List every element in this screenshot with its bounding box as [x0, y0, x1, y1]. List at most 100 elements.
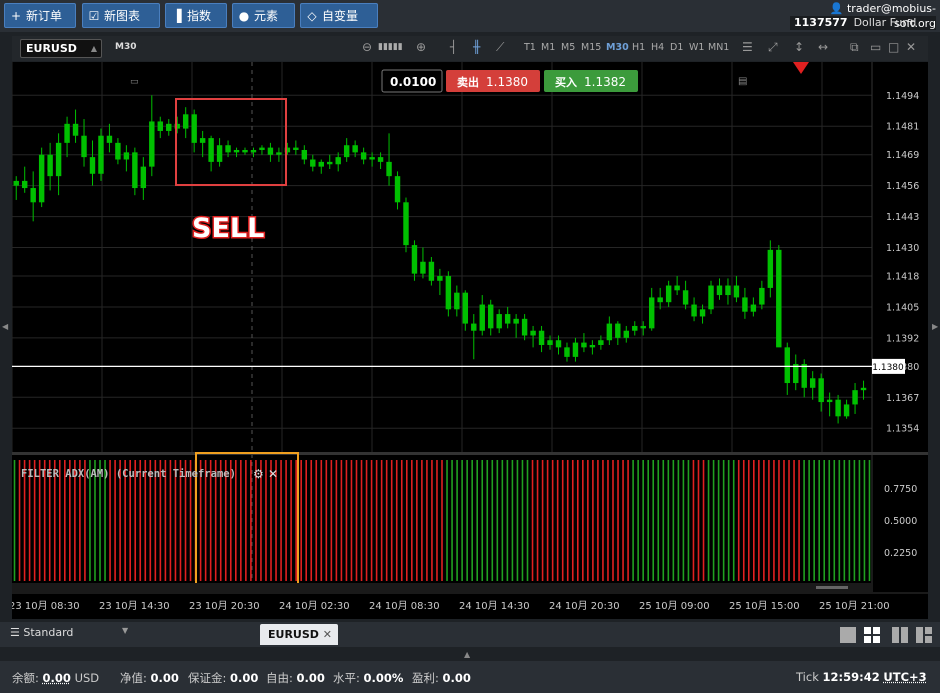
candle-body — [632, 325, 638, 331]
plus-icon: + — [10, 9, 22, 23]
vertical-line-icon[interactable]: ↕ — [794, 40, 804, 54]
candle-body — [615, 323, 621, 338]
candle-body — [843, 404, 850, 417]
collapse-panel-icon[interactable]: ▲ — [464, 650, 470, 659]
indicator-title: FILTER ADX(AM) (Current Timeframe) — [21, 468, 236, 480]
zoom-out-icon[interactable]: ⊖ — [362, 40, 372, 54]
sell-price: 1.1380 — [486, 75, 528, 89]
candle-body — [471, 323, 477, 331]
custom-vars-button[interactable]: ◇ 自变量 — [300, 3, 378, 28]
candle-body — [216, 145, 223, 162]
minimize-icon[interactable]: ▭ — [870, 40, 881, 54]
price-chart[interactable]: 1.1494 1.1481 1.1469 1.1456 1.1443 1.1430 1.14… — [12, 62, 928, 619]
trendline-icon[interactable]: ⤢ — [768, 40, 778, 55]
tab-close-icon[interactable]: ✕ — [323, 624, 332, 645]
layout-split-icon[interactable] — [916, 627, 932, 643]
candle-body — [55, 142, 62, 177]
layout-single-icon[interactable] — [840, 627, 856, 643]
candle-body — [572, 342, 579, 357]
equity-value: 0.00 — [150, 671, 179, 685]
buy-label: 买入 — [555, 76, 577, 89]
maximize-icon[interactable]: □ — [888, 40, 899, 54]
popout-icon[interactable]: ⧉ — [850, 40, 859, 55]
horizontal-scrollbar[interactable] — [12, 583, 872, 592]
tf-h4[interactable]: H4 — [651, 42, 664, 53]
tf-m15[interactable]: M15 — [581, 42, 601, 53]
chart-tab-eurusd[interactable]: EURUSD ✕ — [260, 624, 338, 645]
symbol-select[interactable]: EURUSD ▲ — [20, 39, 102, 58]
candle-body — [208, 138, 214, 162]
candle-body — [725, 285, 731, 296]
scrollbar-thumb[interactable] — [816, 586, 848, 589]
candle-body — [454, 292, 460, 310]
balance-value: 0.00 — [42, 671, 71, 685]
elements-button[interactable]: ● 元素 — [232, 3, 295, 28]
layout-select[interactable]: ☰ Standard ▼ — [10, 626, 128, 639]
account-panel[interactable]: 👤 trader@mobius-soft.org 1137577Dollar F… — [790, 1, 936, 30]
tf-m30[interactable]: M30 — [606, 42, 629, 53]
tf-w1[interactable]: W1 — [689, 42, 704, 53]
tf-mn1[interactable]: MN1 — [708, 42, 729, 53]
layout-columns-icon[interactable] — [892, 627, 908, 643]
horizontal-lines-icon[interactable]: ☰ — [742, 40, 753, 54]
collapse-icon[interactable]: ▭ — [130, 77, 139, 87]
time-tick-label: 23 10月 08:30 — [12, 600, 80, 612]
candle-body — [115, 142, 121, 160]
pane-divider[interactable] — [12, 452, 928, 455]
bar-chart-type-icon[interactable]: ┤ — [450, 40, 457, 54]
right-panel-toggle-icon[interactable]: ▶ — [932, 322, 938, 331]
sell-annotation: SELL — [192, 213, 264, 244]
zoom-in-icon[interactable]: ⊕ — [416, 40, 426, 54]
horizontal-line-icon[interactable]: ↔ — [818, 40, 828, 54]
candle-body — [335, 157, 341, 165]
indicator-settings-icon[interactable]: ⚙ — [253, 467, 264, 481]
symbol-select-value: EURUSD — [26, 42, 77, 55]
profit-label: 盈利: — [412, 671, 439, 685]
line-chart-type-icon[interactable]: ⟋ — [496, 40, 504, 55]
candle-body — [496, 314, 502, 329]
candle-body — [521, 318, 528, 336]
timezone-select[interactable]: UTC+3 — [883, 670, 926, 684]
price-tick-label: 1.1418 — [886, 272, 919, 283]
candle-body — [30, 188, 36, 203]
indicators-button[interactable]: ▐ 指数 — [165, 3, 227, 28]
candle-body — [225, 145, 231, 153]
candle-body — [852, 390, 858, 405]
candle-body — [547, 340, 553, 345]
free-value: 0.00 — [296, 671, 325, 685]
new-order-button[interactable]: + 新订单 — [4, 3, 76, 28]
tf-m5[interactable]: M5 — [561, 42, 575, 53]
sell-button[interactable]: 卖出 1.1380 — [446, 70, 540, 92]
layout-grid-icon[interactable] — [864, 627, 880, 643]
zoom-slider[interactable]: ▮▮▮▮▮ — [378, 42, 403, 52]
candlestick-type-icon[interactable]: ╫ — [473, 40, 480, 54]
equity-label: 净值: — [120, 671, 147, 685]
candle-body — [437, 276, 443, 281]
candle-body — [166, 123, 172, 131]
new-chart-button[interactable]: ☑ 新图表 — [82, 3, 160, 28]
tf-t1[interactable]: T1 — [524, 42, 536, 53]
tf-h1[interactable]: H1 — [632, 42, 645, 53]
candle-body — [182, 114, 189, 129]
current-price-label: 1.1380 — [872, 363, 904, 373]
candle-body — [259, 147, 265, 150]
menu-icon: ☰ — [10, 626, 20, 639]
candle-body — [462, 292, 469, 324]
candle-body — [267, 147, 274, 155]
doc-icon[interactable]: ▤ — [738, 76, 747, 87]
close-icon[interactable]: ✕ — [906, 40, 916, 54]
equity: 净值: 0.00 — [120, 670, 179, 686]
buy-button[interactable]: 买入 1.1382 — [544, 70, 638, 92]
candle-body — [657, 297, 663, 303]
chart-tab-label: EURUSD — [268, 628, 319, 641]
candle-body — [343, 145, 350, 158]
candle-body — [767, 249, 774, 288]
left-panel-toggle-icon[interactable]: ◀ — [2, 322, 8, 331]
tf-d1[interactable]: D1 — [670, 42, 683, 53]
candle-body — [826, 399, 833, 403]
candle-body — [623, 330, 629, 338]
indicators-label: 指数 — [187, 9, 212, 23]
tf-m1[interactable]: M1 — [541, 42, 555, 53]
sell-label: 卖出 — [457, 75, 479, 89]
indicator-close-icon[interactable]: ✕ — [268, 467, 278, 481]
